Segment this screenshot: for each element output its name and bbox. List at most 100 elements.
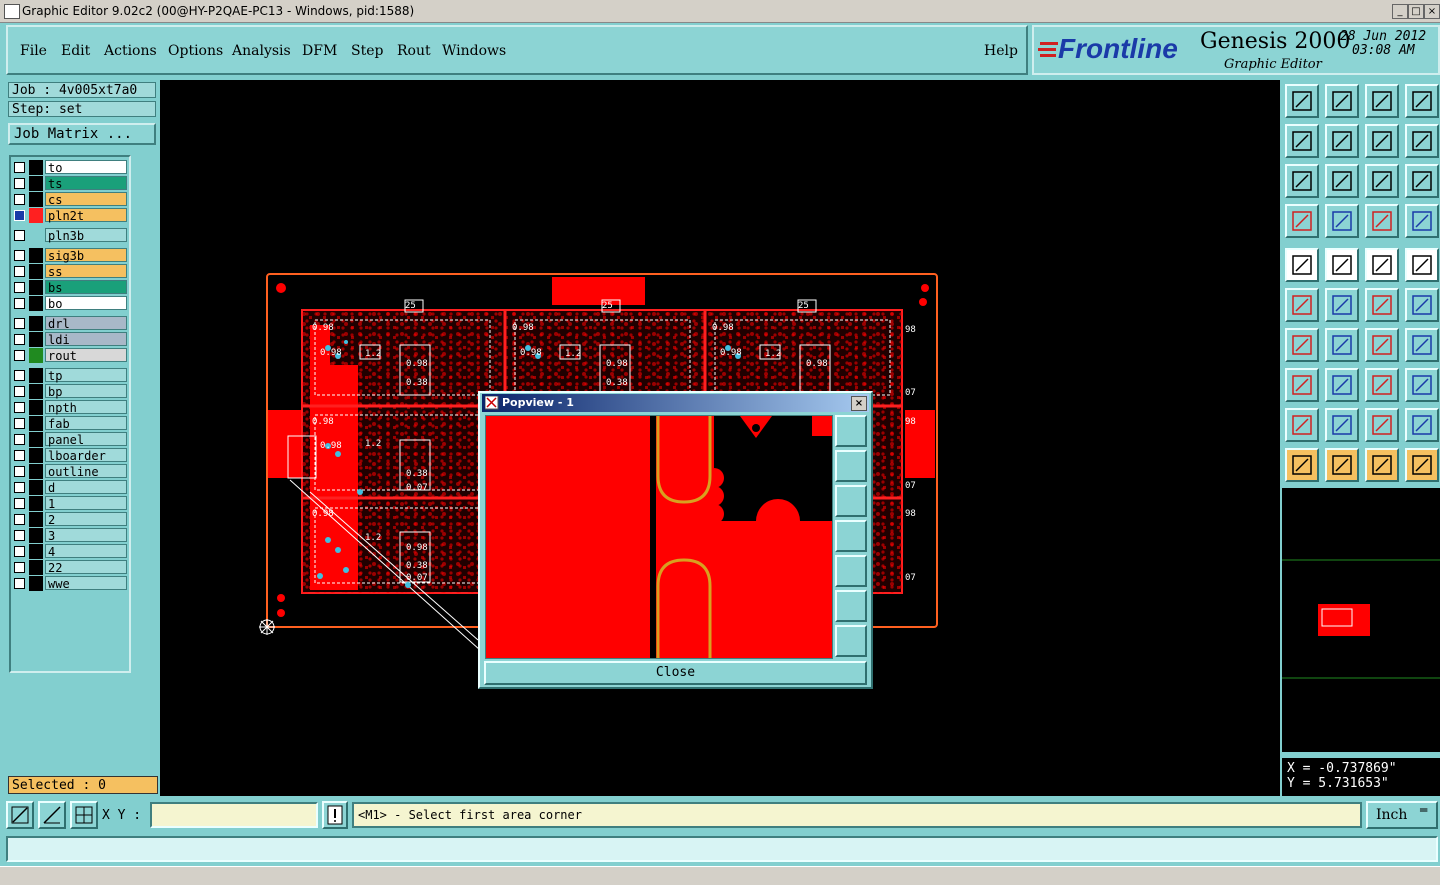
layer-list-scrollbar[interactable]	[132, 155, 154, 673]
layer-checkbox[interactable]	[14, 546, 25, 557]
layer-color-swatch[interactable]	[29, 208, 43, 223]
line-button[interactable]	[1325, 328, 1359, 362]
layer-row-pln3b[interactable]: pln3b	[11, 228, 129, 243]
angle-button[interactable]	[1285, 328, 1319, 362]
layer-row-pln2t[interactable]: pln2t	[11, 208, 129, 223]
layer-checkbox[interactable]	[14, 162, 25, 173]
layer-row-3[interactable]: 3	[11, 528, 129, 543]
layer-checkbox[interactable]	[14, 386, 25, 397]
layer-row-drl[interactable]: drl	[11, 316, 129, 331]
layer-name[interactable]: 1	[45, 496, 127, 511]
layer-name[interactable]: tp	[45, 368, 127, 383]
snap-button[interactable]	[1405, 124, 1439, 158]
layer-color-swatch[interactable]	[29, 528, 43, 543]
layer-color-swatch[interactable]	[29, 400, 43, 415]
scale-button[interactable]	[1365, 164, 1399, 198]
layer-row-panel[interactable]: panel	[11, 432, 129, 447]
layer-row-sig3b[interactable]: sig3b	[11, 248, 129, 263]
layer-checkbox[interactable]	[14, 194, 25, 205]
layer-row-to[interactable]: to	[11, 160, 129, 175]
menu-step[interactable]: Step	[351, 43, 383, 59]
layer-name[interactable]: pln3b	[45, 228, 127, 243]
sync-button[interactable]	[1365, 124, 1399, 158]
menu-options[interactable]: Options	[168, 43, 223, 59]
layer-name[interactable]: lboarder	[45, 448, 127, 463]
popview-pan-right-button[interactable]	[835, 555, 867, 587]
maximize-button[interactable]: □	[1408, 4, 1424, 19]
unit-selector[interactable]: Inch ═	[1366, 801, 1438, 829]
popview-zoom-home-button[interactable]	[835, 590, 867, 622]
open-step-button[interactable]	[1285, 84, 1319, 118]
menu-rout[interactable]: Rout	[397, 43, 431, 59]
move-button[interactable]	[1365, 288, 1399, 322]
help-button[interactable]	[1405, 164, 1439, 198]
layer-row-lboarder[interactable]: lboarder	[11, 448, 129, 463]
layer-color-swatch[interactable]	[29, 416, 43, 431]
menu-analysis[interactable]: Analysis	[232, 43, 291, 59]
layer-row-cs[interactable]: cs	[11, 192, 129, 207]
layer-row-npth[interactable]: npth	[11, 400, 129, 415]
layer-name[interactable]: cs	[45, 192, 127, 207]
layer-color-swatch[interactable]	[29, 464, 43, 479]
overview-minimap[interactable]	[1282, 488, 1440, 752]
layer-color-swatch[interactable]	[29, 576, 43, 591]
layer-color-swatch[interactable]	[29, 348, 43, 363]
layer-row-tp[interactable]: tp	[11, 368, 129, 383]
layer-color-swatch[interactable]	[29, 160, 43, 175]
popview-pan-left-button[interactable]	[835, 520, 867, 552]
layer-checkbox[interactable]	[14, 434, 25, 445]
layer-row-bp[interactable]: bp	[11, 384, 129, 399]
menu-help[interactable]: Help	[984, 43, 1018, 59]
snap-mode-button[interactable]	[6, 801, 34, 829]
popview-titlebar[interactable]: Popview - 1 ×	[482, 394, 869, 412]
layer-color-swatch[interactable]	[29, 228, 43, 243]
layer-checkbox[interactable]	[14, 530, 25, 541]
layer-color-swatch[interactable]	[29, 480, 43, 495]
layer-checkbox[interactable]	[14, 578, 25, 589]
layer-checkbox[interactable]	[14, 318, 25, 329]
prev-step-button[interactable]	[1285, 124, 1319, 158]
layer-checkbox[interactable]	[14, 298, 25, 309]
popview-close-icon[interactable]: ×	[851, 396, 867, 411]
layer-name[interactable]: wwe	[45, 576, 127, 591]
shapes-button[interactable]	[1405, 368, 1439, 402]
layer-checkbox[interactable]	[14, 450, 25, 461]
layer-name[interactable]: npth	[45, 400, 127, 415]
zoom-fit-button[interactable]	[1285, 164, 1319, 198]
layer-checkbox[interactable]	[14, 266, 25, 277]
layer-row-bo[interactable]: bo	[11, 296, 129, 311]
layer-name[interactable]: ldi	[45, 332, 127, 347]
layer-name[interactable]: 22	[45, 560, 127, 575]
ruler-button[interactable]	[1365, 248, 1399, 282]
layer-color-swatch[interactable]	[29, 496, 43, 511]
feature-button[interactable]	[1365, 408, 1399, 442]
layer-checkbox[interactable]	[14, 514, 25, 525]
resize-button[interactable]	[1285, 368, 1319, 402]
layer-name[interactable]: sig3b	[45, 248, 127, 263]
layer-checkbox[interactable]	[14, 350, 25, 361]
arrow-tri-button[interactable]	[1325, 408, 1359, 442]
layer-color-swatch[interactable]	[29, 192, 43, 207]
layer-row-ldi[interactable]: ldi	[11, 332, 129, 347]
layer-name[interactable]: bs	[45, 280, 127, 295]
layer-row-wwe[interactable]: wwe	[11, 576, 129, 591]
layer-color-swatch[interactable]	[29, 316, 43, 331]
edit-line-button[interactable]	[1325, 248, 1359, 282]
menu-file[interactable]: File	[20, 43, 47, 59]
layer-checkbox[interactable]	[14, 370, 25, 381]
popview-zoom-window-button[interactable]	[835, 415, 867, 447]
pointer-button[interactable]	[1285, 448, 1319, 482]
popview-zoom-fit-button[interactable]	[835, 625, 867, 657]
info-button[interactable]	[322, 801, 348, 829]
popview-canvas[interactable]	[485, 415, 833, 659]
layer-row-d[interactable]: d	[11, 480, 129, 495]
layer-checkbox[interactable]	[14, 402, 25, 413]
layer-color-swatch[interactable]	[29, 176, 43, 191]
layer-name[interactable]: bp	[45, 384, 127, 399]
layer-row-rout[interactable]: rout	[11, 348, 129, 363]
layer-row-2[interactable]: 2	[11, 512, 129, 527]
layer-checkbox[interactable]	[14, 498, 25, 509]
layer-name[interactable]: ts	[45, 176, 127, 191]
layer-checkbox[interactable]	[14, 230, 25, 241]
measure-button[interactable]	[1365, 368, 1399, 402]
